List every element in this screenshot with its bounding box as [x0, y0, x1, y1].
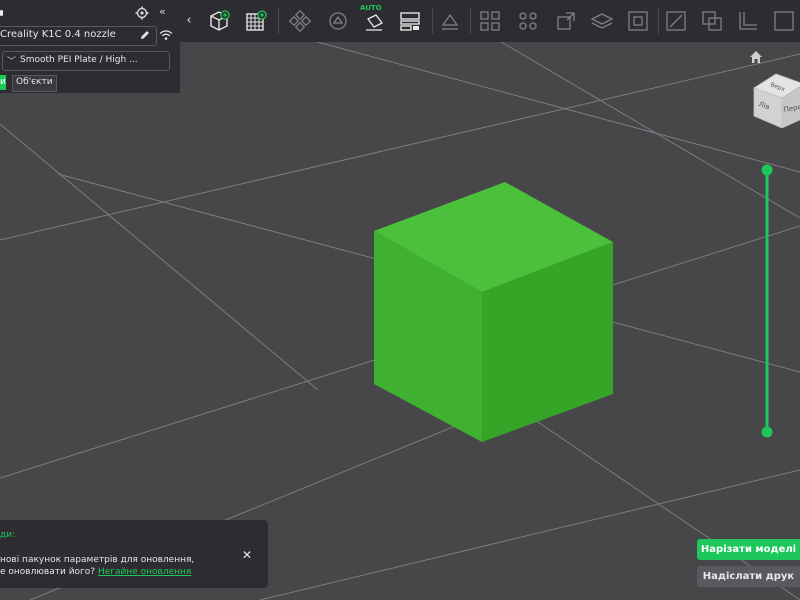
- split-objects-button[interactable]: [476, 7, 504, 35]
- plate-type-dropdown[interactable]: ﹀ Smooth PEI Plate / High ...: [2, 51, 170, 71]
- boolean-button[interactable]: [624, 7, 652, 35]
- toolbar-separator: [432, 8, 433, 34]
- update-notification: ди: нові пакунок параметрів для оновленн…: [0, 520, 268, 588]
- printer-name: Creality K1C 0.4 nozzle: [0, 29, 116, 40]
- settings-gear-icon[interactable]: [135, 6, 149, 23]
- measure-button[interactable]: [734, 7, 762, 35]
- send-print-button[interactable]: Надіслати друк: [697, 566, 800, 587]
- panel-marker: [0, 10, 3, 16]
- view-cube[interactable]: Верх Лів Перед: [752, 72, 800, 128]
- tab-objects[interactable]: Об'єкти: [12, 75, 57, 92]
- slider-top-handle[interactable]: [761, 164, 773, 176]
- main-toolbar: AUTO: [198, 0, 800, 42]
- wifi-icon[interactable]: [159, 29, 173, 44]
- edit-pencil-icon[interactable]: [139, 29, 151, 44]
- orient-button[interactable]: [324, 7, 352, 35]
- toolbar-separator: [658, 8, 659, 34]
- toolbar-separator: [278, 8, 279, 34]
- auto-badge: AUTO: [360, 4, 382, 12]
- print-settings-panel: « Creality K1C 0.4 nozzle ﹀ Smooth PEI P…: [0, 0, 180, 93]
- split-parts-button[interactable]: [514, 7, 542, 35]
- layers-button[interactable]: [588, 7, 616, 35]
- collapse-sidebar-arrow[interactable]: ‹: [180, 0, 198, 42]
- add-plate-button[interactable]: [242, 7, 270, 35]
- notification-title: ди:: [0, 530, 16, 540]
- cube-model[interactable]: [374, 182, 613, 442]
- layout-button[interactable]: [396, 7, 424, 35]
- slice-models-button[interactable]: Нарізати моделі: [697, 539, 800, 560]
- toolbar-separator: [470, 8, 471, 34]
- notification-text-line2: е оновлювати його? Негайне оновлення: [0, 567, 192, 577]
- add-object-button[interactable]: [206, 7, 234, 35]
- collapse-double-chevron-icon[interactable]: «: [159, 5, 166, 19]
- mesh-boolean-button[interactable]: [698, 7, 726, 35]
- scale-button[interactable]: [552, 7, 580, 35]
- tab-global[interactable]: ий: [0, 75, 6, 90]
- chevron-down-icon: ﹀: [7, 57, 17, 67]
- slider-bottom-handle[interactable]: [761, 426, 773, 438]
- arrange-button[interactable]: [286, 7, 314, 35]
- layer-range-slider[interactable]: [760, 164, 774, 438]
- printer-selector[interactable]: Creality K1C 0.4 nozzle: [0, 26, 157, 46]
- home-view-icon[interactable]: [748, 49, 764, 65]
- plate-preset-label: Smooth PEI Plate / High ...: [20, 55, 138, 65]
- notification-text-line1: нові пакунок параметрів для оновлення,: [0, 555, 195, 565]
- close-icon[interactable]: ✕: [242, 548, 252, 562]
- cut-button[interactable]: [662, 7, 690, 35]
- more-tools-button[interactable]: [770, 7, 798, 35]
- update-now-link[interactable]: Негайне оновлення: [98, 567, 191, 577]
- support-paint-button[interactable]: [436, 7, 464, 35]
